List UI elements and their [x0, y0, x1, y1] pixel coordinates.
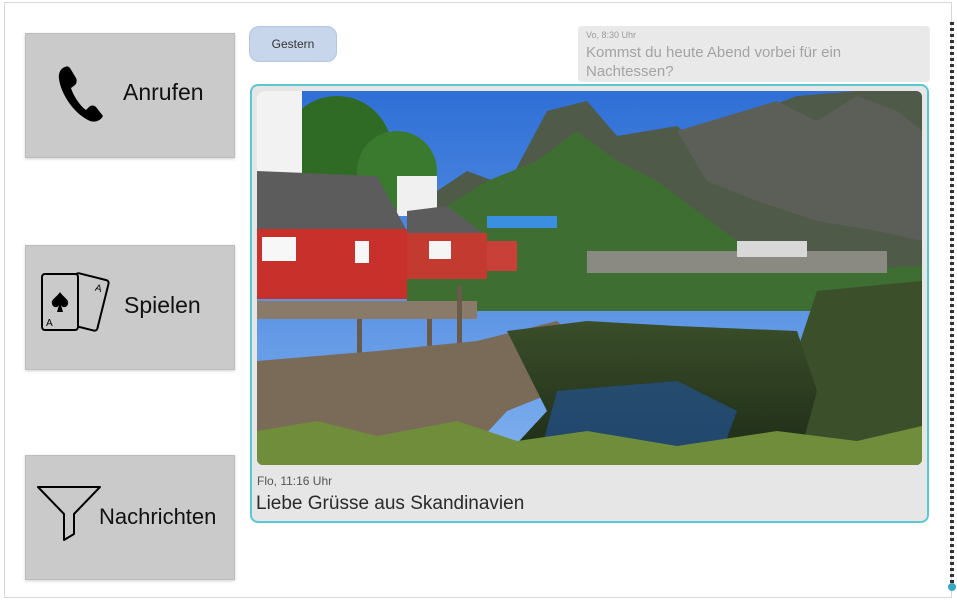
svg-text:A: A: [46, 318, 53, 329]
phone-icon: [58, 66, 103, 122]
message-meta: Vo, 8:30 Uhr: [586, 30, 637, 40]
message-bubble-selected[interactable]: Flo, 11:16 Uhr Liebe Grüsse aus Skandina…: [250, 84, 929, 523]
scrollbar-thumb[interactable]: [948, 583, 956, 591]
play-button[interactable]: A A A Spielen: [25, 245, 235, 370]
message-photo[interactable]: [257, 91, 922, 465]
message-meta: Flo, 11:16 Uhr: [257, 474, 333, 488]
message-bubble-previous[interactable]: Vo, 8:30 Uhr Kommst du heute Abend vorbe…: [578, 26, 930, 82]
scrollbar-track[interactable]: [950, 22, 954, 590]
filter-icon: [37, 486, 101, 541]
call-button[interactable]: Anrufen: [25, 33, 235, 158]
call-button-label: Anrufen: [123, 79, 204, 105]
messages-button-label: Nachrichten: [99, 504, 217, 529]
playing-cards-icon: A A A: [41, 272, 110, 332]
message-text: Liebe Grüsse aus Skandinavien: [256, 493, 525, 514]
date-chip: Gestern: [249, 26, 337, 62]
play-button-label: Spielen: [124, 292, 201, 318]
message-text: Kommst du heute Abend vorbei für ein Nac…: [586, 44, 842, 80]
messages-button[interactable]: Nachrichten: [25, 455, 235, 580]
